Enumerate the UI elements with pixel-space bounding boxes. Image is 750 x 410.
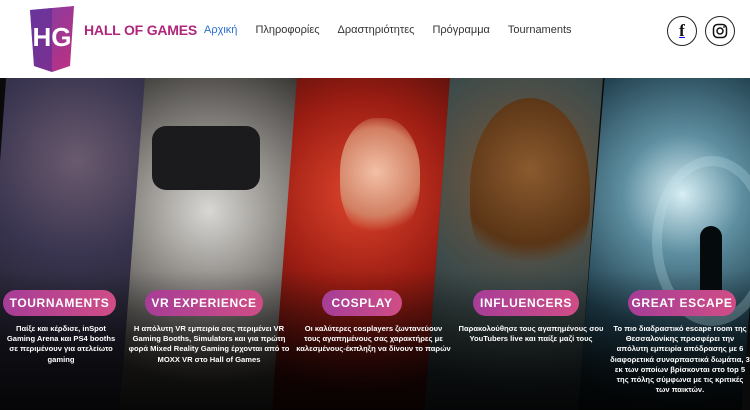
- nav-item-activities[interactable]: Δραστηριότητες: [338, 24, 415, 36]
- great-escape-description: Το πιο διαδραστικό escape room της Θεσσα…: [610, 324, 750, 395]
- tournaments-badge[interactable]: TOURNAMENTS: [3, 290, 116, 316]
- instagram-button[interactable]: [705, 16, 735, 46]
- great-escape-badge[interactable]: GREAT ESCAPE: [628, 290, 736, 316]
- activities-banner: TOURNAMENTS Παίξε και κέρδισε, inSpot Ga…: [0, 78, 750, 410]
- vr-headset: [152, 126, 260, 190]
- cosplay-badge[interactable]: COSPLAY: [322, 290, 402, 316]
- person-silhouette: [700, 226, 722, 296]
- facebook-button[interactable]: f: [667, 16, 697, 46]
- vr-experience-badge[interactable]: VR EXPERIENCE: [145, 290, 263, 316]
- nav-item-tournaments[interactable]: Tournaments: [508, 24, 572, 36]
- cosplay-description: Οι καλύτερες cosplayers ζωντανεύουν τους…: [296, 324, 451, 354]
- influencer-hair: [470, 98, 590, 278]
- influencers-description: Παρακολούθησε τους αγαπημένους σου YouTu…: [458, 324, 604, 344]
- brand-name[interactable]: HALL OF GAMES: [84, 22, 197, 38]
- facebook-icon: f: [679, 21, 685, 40]
- nav-item-home[interactable]: Αρχική: [204, 24, 237, 36]
- hall-of-games-logo[interactable]: HG: [26, 4, 78, 74]
- nav-item-info[interactable]: Πληροφορίες: [255, 24, 319, 36]
- site-header: HG HALL OF GAMES Αρχική Πληροφορίες Δρασ…: [0, 0, 750, 78]
- influencers-badge[interactable]: INFLUENCERS: [473, 290, 579, 316]
- main-nav: Αρχική Πληροφορίες Δραστηριότητες Πρόγρα…: [204, 24, 590, 36]
- logo-letters: HG: [33, 22, 72, 52]
- nav-item-schedule[interactable]: Πρόγραμμα: [432, 24, 489, 36]
- cosplayer-face: [340, 118, 420, 238]
- vr-experience-description: Η απόλυτη VR εμπειρία σας περιμένει VR G…: [128, 324, 290, 364]
- tournaments-description: Παίξε και κέρδισε, inSpot Gaming Arena κ…: [6, 324, 116, 364]
- instagram-icon: [712, 23, 728, 39]
